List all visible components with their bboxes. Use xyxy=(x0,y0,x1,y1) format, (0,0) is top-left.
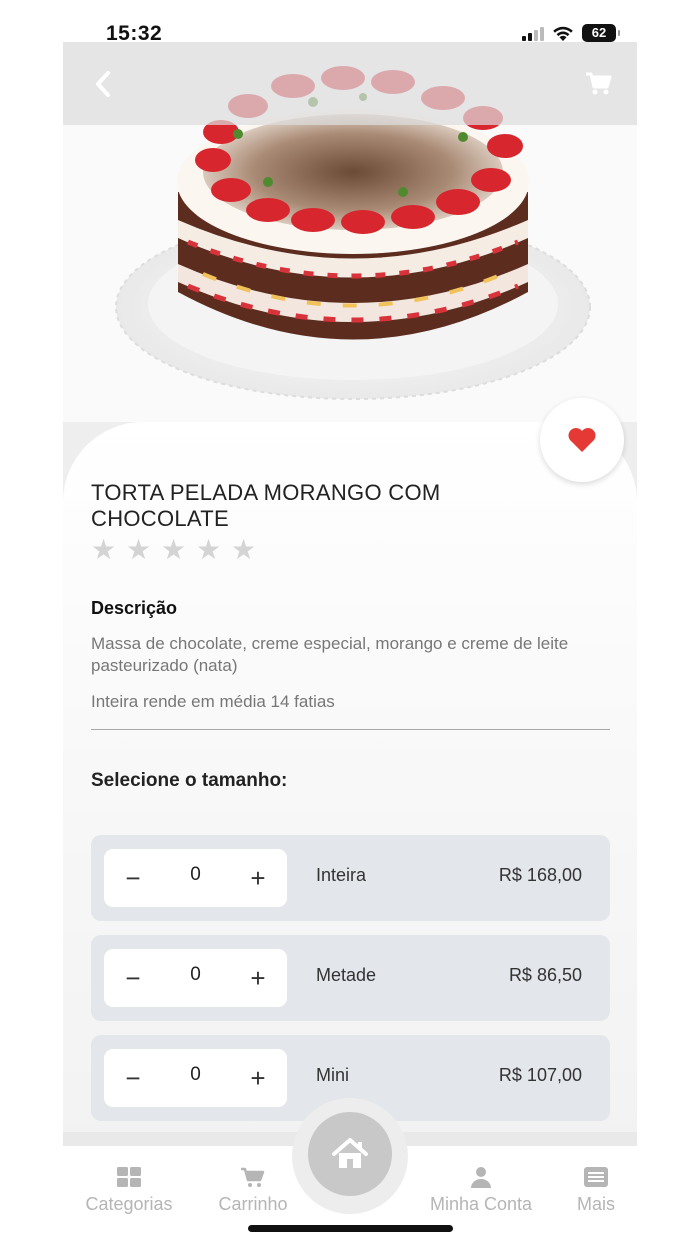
star-icon[interactable]: ★ xyxy=(161,536,187,564)
nav-label: Carrinho xyxy=(218,1194,288,1214)
star-icon[interactable]: ★ xyxy=(196,536,222,564)
option-price: R$ 86,50 xyxy=(508,965,582,985)
list-icon xyxy=(584,1167,608,1187)
description-text: Massa de chocolate, creme especial, mora… xyxy=(91,634,569,675)
battery-icon: 62 xyxy=(582,24,620,42)
increment-button[interactable]: + xyxy=(229,1049,287,1107)
quantity-value: 0 xyxy=(190,964,201,985)
decrement-button[interactable]: − xyxy=(104,1049,162,1107)
size-option-metade: − 0 + Metade R$ 86,50 xyxy=(91,935,610,1021)
top-app-bar xyxy=(63,42,637,125)
cart-button[interactable] xyxy=(583,68,613,98)
yield-text: Inteira rende em média 14 fatias xyxy=(91,692,335,711)
option-name: Mini xyxy=(316,1065,350,1085)
quantity-stepper: − 0 + xyxy=(104,849,287,907)
option-price: R$ 107,00 xyxy=(498,1065,582,1085)
nav-mais[interactable]: Mais xyxy=(572,1166,620,1215)
user-icon xyxy=(471,1167,491,1188)
home-indicator xyxy=(248,1225,453,1232)
nav-label: Minha Conta xyxy=(429,1194,533,1214)
home-button[interactable] xyxy=(308,1112,392,1196)
star-icon[interactable]: ★ xyxy=(231,536,257,564)
rating-stars[interactable]: ★ ★ ★ ★ ★ xyxy=(91,536,257,564)
description-heading: Descrição xyxy=(91,598,178,618)
grid-icon xyxy=(117,1167,141,1187)
decrement-button[interactable]: − xyxy=(104,849,162,907)
nav-label: Mais xyxy=(576,1194,615,1214)
nav-categorias[interactable]: Categorias xyxy=(82,1166,176,1215)
nav-label: Categorias xyxy=(85,1194,173,1214)
nav-minha-conta[interactable]: Minha Conta xyxy=(424,1166,538,1215)
status-icons: 62 xyxy=(522,24,620,42)
quantity-value: 0 xyxy=(190,864,201,885)
back-button[interactable] xyxy=(87,64,121,104)
status-bar: 15:32 62 xyxy=(0,0,700,45)
wifi-icon xyxy=(553,26,573,41)
decrement-button[interactable]: − xyxy=(104,949,162,1007)
chevron-left-icon xyxy=(96,71,110,97)
cart-icon xyxy=(586,72,612,95)
increment-button[interactable]: + xyxy=(229,949,287,1007)
size-heading: Selecione o tamanho: xyxy=(91,770,288,791)
divider xyxy=(91,729,610,730)
increment-button[interactable]: + xyxy=(229,849,287,907)
cart-icon xyxy=(241,1167,265,1187)
product-title: TORTA PELADA MORANGO COM CHOCOLATE xyxy=(91,480,441,531)
cellular-signal-icon xyxy=(522,25,544,41)
option-name: Inteira xyxy=(316,865,367,885)
quantity-stepper: − 0 + xyxy=(104,1049,287,1107)
heart-icon xyxy=(568,428,596,452)
quantity-value: 0 xyxy=(190,1064,201,1085)
favorite-button[interactable] xyxy=(540,398,624,482)
option-price: R$ 168,00 xyxy=(498,865,582,885)
star-icon[interactable]: ★ xyxy=(91,536,117,564)
product-detail-screen: 15:32 62 TORTA PELADA MORANGO COM CHOCOL… xyxy=(0,0,700,1244)
nav-carrinho[interactable]: Carrinho xyxy=(212,1166,294,1215)
home-icon xyxy=(332,1138,368,1168)
size-option-inteira: − 0 + Inteira R$ 168,00 xyxy=(91,835,610,921)
star-icon[interactable]: ★ xyxy=(126,536,152,564)
option-name: Metade xyxy=(316,965,377,985)
quantity-stepper: − 0 + xyxy=(104,949,287,1007)
